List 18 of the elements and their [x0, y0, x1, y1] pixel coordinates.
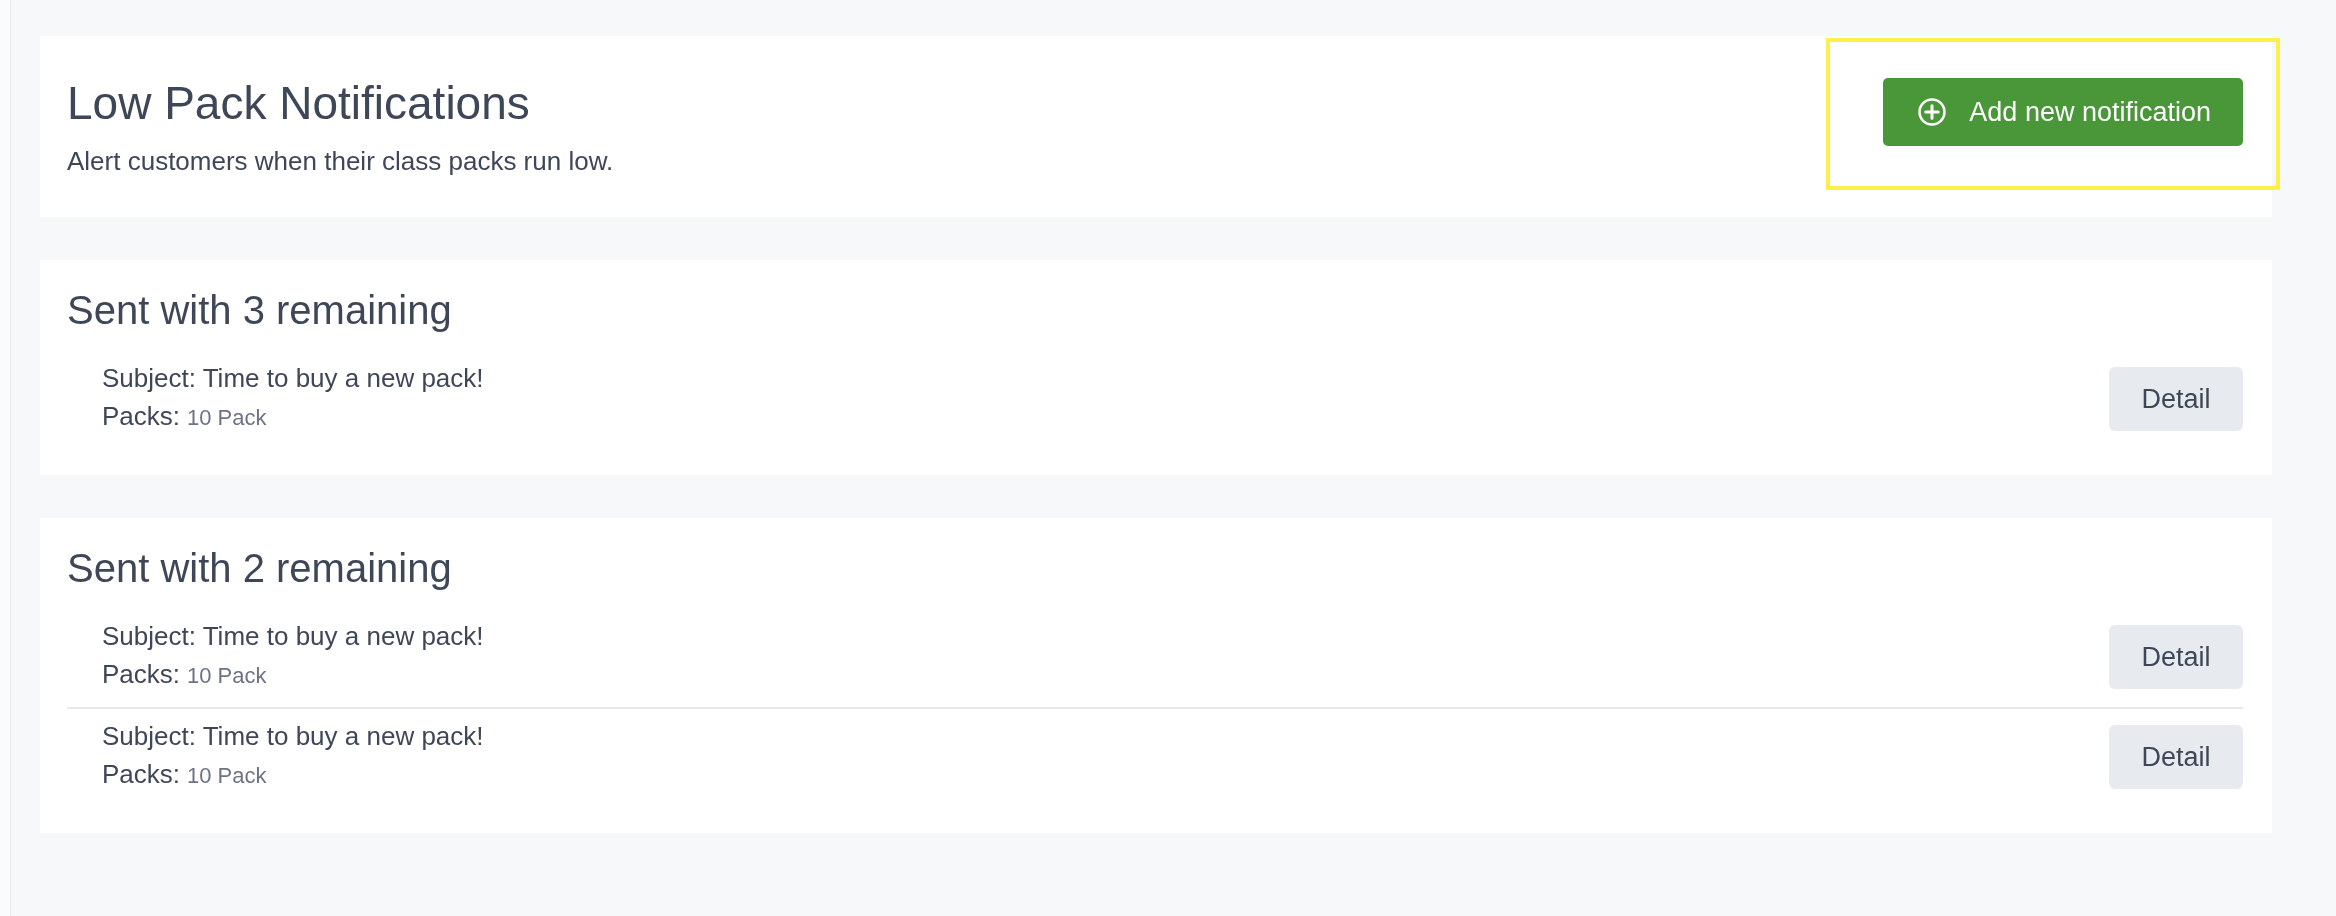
packs-value: 10 Pack	[187, 663, 267, 688]
plus-circle-icon	[1917, 97, 1948, 127]
notification-subject: Subject: Time to buy a new pack!	[102, 720, 484, 753]
group-heading: Sent with 2 remaining	[67, 546, 453, 591]
group-heading: Sent with 3 remaining	[67, 288, 453, 333]
packs-label: Packs:	[102, 759, 181, 789]
packs-value: 10 Pack	[187, 763, 267, 788]
detail-button[interactable]: Detail	[2109, 367, 2243, 431]
add-notification-button[interactable]: Add new notification	[1883, 78, 2243, 146]
packs-value: 10 Pack	[187, 405, 267, 430]
detail-button[interactable]: Detail	[2109, 625, 2243, 689]
packs-label: Packs:	[102, 659, 181, 689]
notification-subject: Subject: Time to buy a new pack!	[102, 362, 484, 395]
notification-subject: Subject: Time to buy a new pack!	[102, 620, 484, 653]
page-title: Low Pack Notifications	[67, 76, 531, 130]
packs-label: Packs:	[102, 401, 181, 431]
page-subtitle: Alert customers when their class packs run low.	[67, 146, 614, 177]
detail-button[interactable]: Detail	[2109, 725, 2243, 789]
